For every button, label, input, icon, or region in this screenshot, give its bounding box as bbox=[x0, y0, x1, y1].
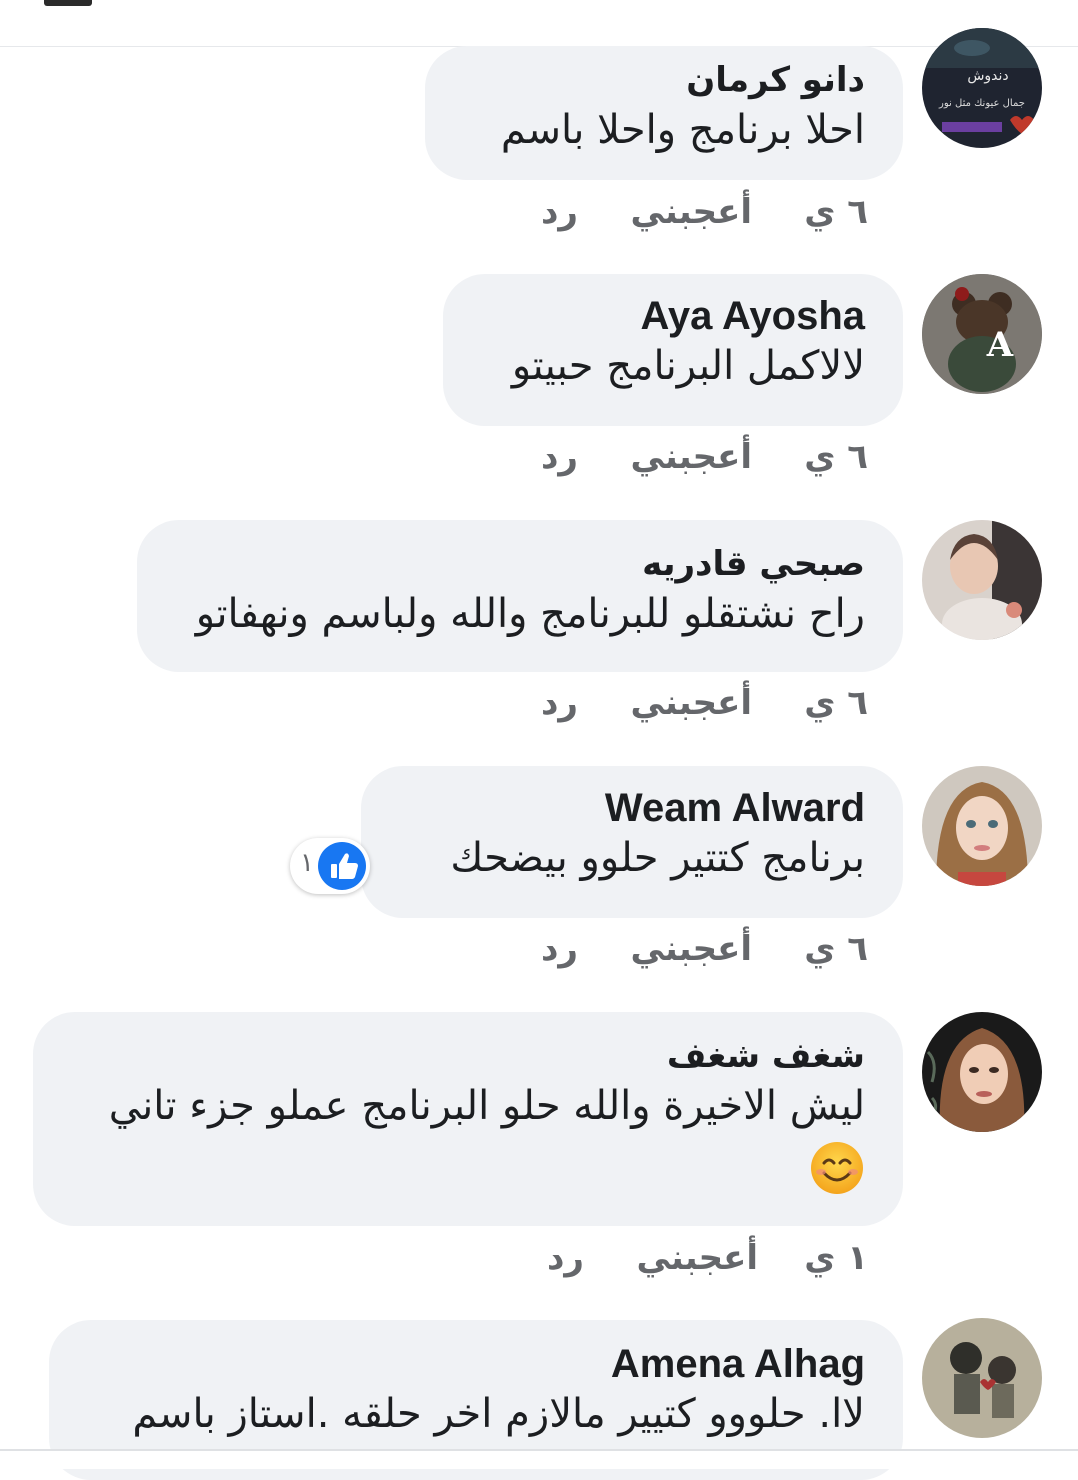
comment-author[interactable]: Aya Ayosha bbox=[481, 294, 865, 338]
comment-bubble[interactable]: شغف شغف ليش الاخيرة والله حلو البرنامج ع… bbox=[33, 1012, 903, 1226]
comment-author[interactable]: دانو كرمان bbox=[463, 58, 865, 102]
reaction-badge[interactable]: ١ bbox=[290, 838, 370, 894]
reply-button[interactable]: رد bbox=[541, 683, 578, 723]
comment-time[interactable]: ٦ ي bbox=[804, 437, 868, 477]
comment-author[interactable]: Amena Alhag bbox=[87, 1342, 865, 1386]
avatar-subtext: جمال عيونك مثل نور bbox=[938, 98, 1025, 109]
avatar-text: دندوش bbox=[967, 68, 1008, 84]
reply-button[interactable]: رد bbox=[547, 1238, 584, 1278]
comment-actions: ٦ ي أعجبني رد bbox=[0, 437, 1078, 477]
comment-text: لاا. حلووو كتيير مالازم اخر حلقه .استاز … bbox=[132, 1391, 865, 1437]
like-button[interactable]: أعجبني bbox=[630, 192, 752, 232]
comment-author[interactable]: شغف شغف bbox=[71, 1034, 865, 1078]
avatar[interactable] bbox=[922, 1012, 1042, 1132]
like-button[interactable]: أعجبني bbox=[636, 1238, 758, 1278]
comment-time[interactable]: ٦ ي bbox=[804, 929, 868, 969]
reply-button[interactable]: رد bbox=[541, 192, 578, 232]
comment-bubble[interactable]: دانو كرمان احلا برنامج واحلا باسم bbox=[425, 46, 903, 180]
like-button[interactable]: أعجبني bbox=[630, 929, 752, 969]
comment-text: راح نشتقلو للبرنامج والله ولباسم ونهفاتو bbox=[195, 591, 865, 637]
reaction-count: ١ bbox=[300, 848, 314, 878]
reply-button[interactable]: رد bbox=[541, 929, 578, 969]
comment-time[interactable]: ١ ي bbox=[804, 1238, 868, 1278]
top-bar bbox=[0, 0, 1078, 47]
top-bar-icon[interactable] bbox=[44, 0, 92, 6]
thumbs-up-icon bbox=[318, 842, 366, 890]
avatar[interactable]: A bbox=[922, 274, 1042, 394]
comment-text: احلا برنامج واحلا باسم bbox=[500, 107, 865, 153]
comment-bubble[interactable]: Weam Alward برنامج كتتير حلوو بيضحك bbox=[361, 766, 903, 918]
like-button[interactable]: أعجبني bbox=[630, 683, 752, 723]
comment-bubble[interactable]: صبحي قادريه راح نشتقلو للبرنامج والله ول… bbox=[137, 520, 903, 672]
comment-actions: ١ ي أعجبني رد bbox=[0, 1238, 1078, 1278]
avatar[interactable]: دندوش جمال عيونك مثل نور bbox=[922, 28, 1042, 148]
comment-time[interactable]: ٦ ي bbox=[804, 683, 868, 723]
avatar[interactable] bbox=[922, 1318, 1042, 1438]
comment-text: لالاكمل البرنامج حبيتو bbox=[511, 343, 865, 389]
comment-bubble[interactable]: Aya Ayosha لالاكمل البرنامج حبيتو bbox=[443, 274, 903, 426]
comment-text: برنامج كتتير حلوو بيضحك bbox=[450, 835, 865, 881]
comment-actions: ٦ ي أعجبني رد bbox=[0, 929, 1078, 969]
bottom-bar bbox=[0, 1449, 1078, 1469]
avatar-letter: A bbox=[986, 325, 1014, 365]
comment-author[interactable]: صبحي قادريه bbox=[175, 542, 865, 586]
avatar[interactable] bbox=[922, 766, 1042, 886]
reply-button[interactable]: رد bbox=[541, 437, 578, 477]
comment-actions: ٦ ي أعجبني رد bbox=[0, 192, 1078, 232]
avatar[interactable] bbox=[922, 520, 1042, 640]
comment-time[interactable]: ٦ ي bbox=[804, 192, 868, 232]
comment-actions: ٦ ي أعجبني رد bbox=[0, 683, 1078, 723]
smiling-face-icon bbox=[809, 1140, 865, 1200]
comment-author[interactable]: Weam Alward bbox=[399, 786, 865, 830]
like-button[interactable]: أعجبني bbox=[630, 437, 752, 477]
comment-text: ليش الاخيرة والله حلو البرنامج عملو جزء … bbox=[108, 1083, 865, 1129]
